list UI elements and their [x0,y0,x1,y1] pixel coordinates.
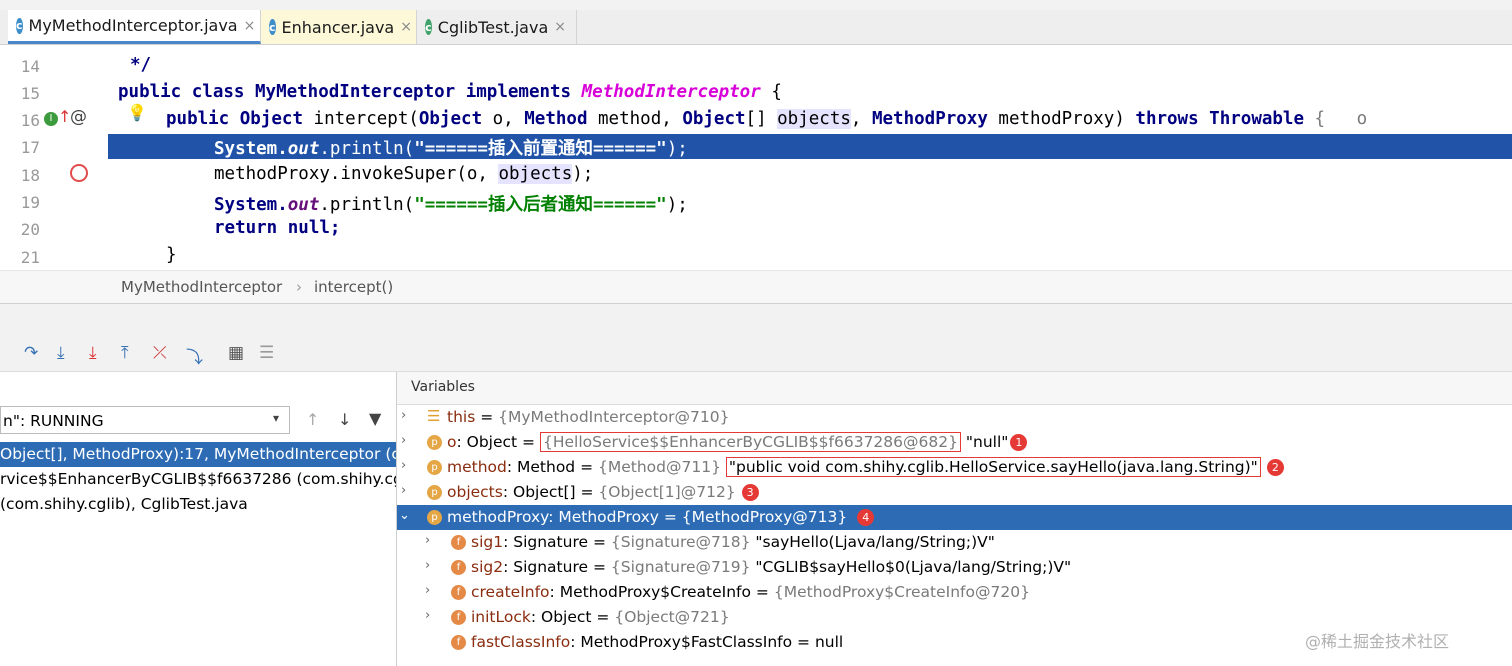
frame-item[interactable]: (com.shihy.cglib), CglibTest.java [0,492,396,517]
variable-row[interactable]: › p method: Method = {Method@711} "publi… [397,455,1512,480]
annotation-number: 2 [1266,459,1284,476]
parameter-icon: p [427,510,442,525]
step-into-icon[interactable]: ⤓ [57,343,65,363]
filter-icon[interactable]: ▼ [369,409,381,428]
chevron-right-icon[interactable]: › [401,483,406,498]
parameter-icon: p [427,460,442,475]
parameter-icon: p [427,435,442,450]
variable-row[interactable]: › ☰ this = {MyMethodInterceptor@710} [397,405,1512,430]
tab-enhancer[interactable]: c Enhancer.java × [261,10,417,44]
code-comment-end: */ [130,55,152,75]
code-line-20: return null; [214,218,341,238]
variable-row[interactable]: › f createInfo: MethodProxy$CreateInfo =… [397,580,1512,605]
run-to-cursor-icon[interactable]: ⤵ [186,343,203,368]
close-icon[interactable]: × [400,19,412,35]
editor-tabs: c MyMethodInterceptor.java × c Enhancer.… [0,10,1512,45]
variable-row[interactable]: › f sig2: Signature = {Signature@719} "C… [397,555,1512,580]
step-over-icon[interactable]: ↷ [24,343,38,363]
line-number: 15 [20,84,40,103]
line-number: 19 [20,193,40,212]
frame-item[interactable]: rvice$$EnhancerByCGLIB$$f6637286 (com.sh… [0,467,396,492]
annotation-number: 1 [1010,434,1028,451]
list-icon: ☰ [427,407,441,425]
java-class-icon: c [16,17,23,34]
line-number: 14 [20,57,40,76]
evaluate-expression-icon[interactable]: ▦ [228,343,244,363]
step-out-icon[interactable]: ⤒ [121,343,129,363]
variable-row[interactable]: › f initLock: Object = {Object@721} [397,605,1512,630]
close-icon[interactable]: × [554,19,566,35]
code-line-21: } [166,245,177,265]
chevron-right-icon: › [296,278,302,296]
chevron-right-icon[interactable]: › [425,608,430,623]
field-icon: f [451,585,466,600]
variable-row[interactable]: › p o: Object = {HelloService$$EnhancerB… [397,430,1512,455]
line-number: 20 [20,220,40,239]
tab-cglibtest[interactable]: c CglibTest.java × [417,10,577,44]
debug-toolbar: ↷ ⤓ ⤓ ⤒ ⤫ ⤵ ▦ ☰ [0,337,1512,372]
close-icon[interactable]: × [244,18,256,34]
annotation-number: 4 [857,509,875,526]
chevron-right-icon[interactable]: › [401,458,406,473]
field-icon: f [451,560,466,575]
field-lock-icon: f [451,610,466,625]
current-execution-line: System.out.println("======插入前置通知======")… [108,134,1512,159]
java-runnable-class-icon: c [425,19,432,35]
chevron-right-icon[interactable]: › [425,533,430,548]
code-editor[interactable]: 14 15 16 17 18 19 20 21 I ↑ @ 💡 */ publi… [0,45,1512,302]
code-line-16: public Object intercept(Object o, Method… [166,109,1368,129]
breakpoint-icon[interactable] [70,164,88,182]
arrow-up-icon[interactable]: ↑ [306,410,319,429]
variable-row[interactable]: › p objects: Object[] = {Object[1]@712} 3 [397,480,1512,505]
chevron-right-icon[interactable]: › [425,558,430,573]
chevron-down-icon: ▾ [273,411,280,425]
thread-selector[interactable]: n": RUNNING ▾ [0,406,290,434]
lightbulb-icon[interactable]: 💡 [127,103,147,122]
arrow-down-icon[interactable]: ↓ [338,410,351,429]
chevron-right-icon[interactable]: › [401,408,406,423]
file-breadcrumb [0,0,1512,10]
code-line-15: public class MyMethodInterceptor impleme… [118,82,782,102]
code-line-19: System.out.println("======插入后者通知======")… [214,195,688,215]
force-step-into-icon[interactable]: ⤓ [89,343,97,363]
chevron-right-icon[interactable]: › [425,583,430,598]
variables-header: Variables [397,372,1512,405]
variable-row[interactable]: › f sig1: Signature = {Signature@718} "s… [397,530,1512,555]
code-line-18: methodProxy.invokeSuper(o, objects); [214,164,594,184]
implements-method-icon[interactable]: I [44,112,58,126]
tab-mymethodinterceptor[interactable]: c MyMethodInterceptor.java × [8,10,261,44]
crumb-class[interactable]: MyMethodInterceptor [121,278,282,296]
trace-icon[interactable]: ☰ [259,343,274,363]
drop-frame-icon[interactable]: ⤫ [153,343,167,363]
line-number: 17 [20,138,40,157]
line-number: 21 [20,248,40,267]
field-icon: f [451,535,466,550]
chevron-down-icon[interactable]: ⌄ [399,508,410,523]
editor-breadcrumb: MyMethodInterceptor › intercept() [0,270,1512,303]
annotation-number: 3 [741,484,759,501]
frame-item[interactable]: Object[], MethodProxy):17, MyMethodInter… [0,442,396,467]
annotation-icon: @ [70,107,87,127]
watermark: @稀土掘金技术社区 [1305,632,1450,651]
field-icon: f [451,635,466,650]
crumb-method[interactable]: intercept() [314,278,393,296]
debug-tool-header [0,303,1512,338]
java-class-icon: c [269,19,276,35]
parameter-icon: p [427,485,442,500]
variables-panel: Variables › ☰ this = {MyMethodIntercepto… [397,372,1512,666]
line-number: 16 [20,111,40,130]
frames-panel: n": RUNNING ▾ ↑ ↓ ▼ Object[], MethodProx… [0,372,397,666]
variable-row-selected[interactable]: ⌄ p methodProxy: MethodProxy = {MethodPr… [397,505,1512,530]
chevron-right-icon[interactable]: › [401,433,406,448]
line-number: 18 [20,166,40,185]
